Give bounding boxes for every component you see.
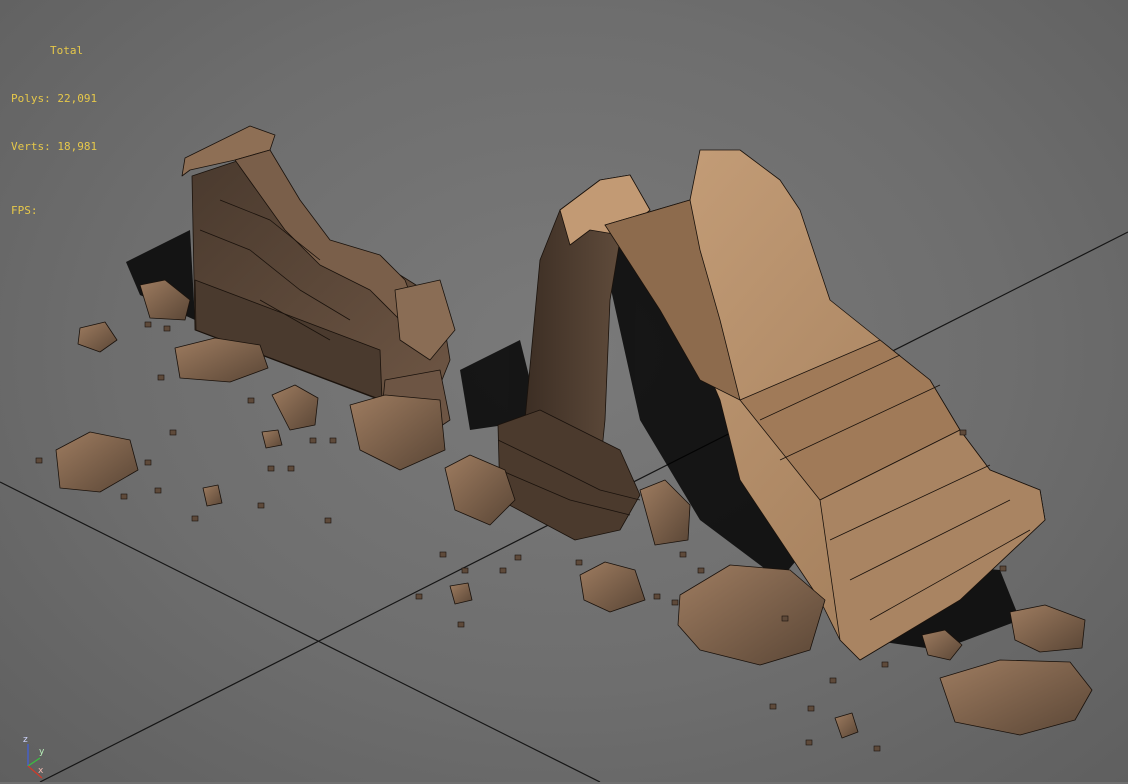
- stats-title: Total: [50, 44, 84, 57]
- polys-row: Polys: 22,091: [11, 91, 97, 107]
- axis-gizmo-lines: [27, 744, 43, 779]
- verts-value: 18,981: [57, 140, 98, 153]
- fps-row: FPS:: [11, 203, 97, 219]
- y-axis-line: [27, 757, 41, 767]
- ruined-wall: [181, 125, 456, 441]
- verts-label: Verts:: [11, 140, 51, 153]
- axis-y-label: y: [39, 747, 45, 757]
- axis-x-label: x: [38, 766, 44, 776]
- scene-render[interactable]: [0, 0, 1128, 782]
- axis-gizmo: z y x: [14, 735, 58, 780]
- verts-row: Verts: 18,981: [11, 139, 97, 155]
- polys-value: 22,091: [57, 92, 98, 105]
- axis-z-label: z: [23, 735, 28, 745]
- 3d-viewport[interactable]: Total Polys: 22,091 Verts: 18,981 FPS: z…: [0, 0, 1128, 782]
- fps-label: FPS:: [11, 204, 38, 217]
- viewport-statistics: Total Polys: 22,091 Verts: 18,981 FPS:: [11, 11, 97, 251]
- polys-label: Polys:: [11, 92, 51, 105]
